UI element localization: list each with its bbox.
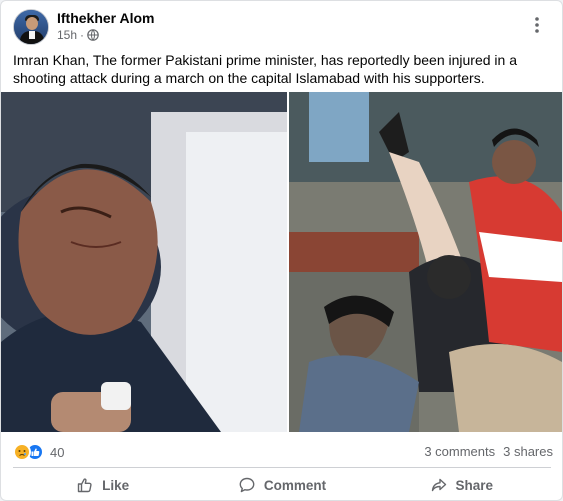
action-divider	[13, 467, 551, 468]
shares-count[interactable]: 3 shares	[503, 444, 553, 459]
comment-bubble-icon	[239, 477, 255, 493]
sad-reaction-icon	[13, 443, 31, 461]
share-button[interactable]: Share	[372, 471, 551, 499]
reaction-count[interactable]: 40	[50, 445, 64, 460]
post-actions: Like Comment Share	[13, 471, 551, 499]
comment-button[interactable]: Comment	[192, 471, 371, 499]
reaction-summary[interactable]: 40	[13, 443, 64, 461]
share-arrow-icon	[431, 478, 446, 492]
thumbs-up-icon	[77, 478, 92, 493]
post-meta: 15h ·	[57, 28, 99, 42]
more-options-icon[interactable]	[527, 15, 547, 35]
globe-icon	[87, 29, 99, 41]
post-photo-right[interactable]	[289, 92, 562, 432]
like-label: Like	[102, 477, 130, 493]
author-avatar[interactable]	[13, 9, 49, 45]
comment-label: Comment	[263, 477, 327, 493]
share-label: Share	[455, 477, 494, 493]
post-card: Ifthekher Alom 15h · Imran Khan, The for…	[0, 0, 563, 501]
post-timestamp[interactable]: 15h	[57, 28, 77, 42]
author-name[interactable]: Ifthekher Alom	[57, 10, 155, 26]
post-stats: 40 3 comments 3 shares	[13, 442, 553, 462]
post-photo-left[interactable]	[1, 92, 287, 432]
post-header: Ifthekher Alom 15h ·	[13, 9, 553, 45]
meta-separator: ·	[80, 28, 85, 42]
comments-count[interactable]: 3 comments	[424, 444, 495, 459]
post-media[interactable]	[1, 92, 562, 432]
like-button[interactable]: Like	[13, 471, 192, 499]
post-text: Imran Khan, The former Pakistani prime m…	[13, 52, 517, 86]
